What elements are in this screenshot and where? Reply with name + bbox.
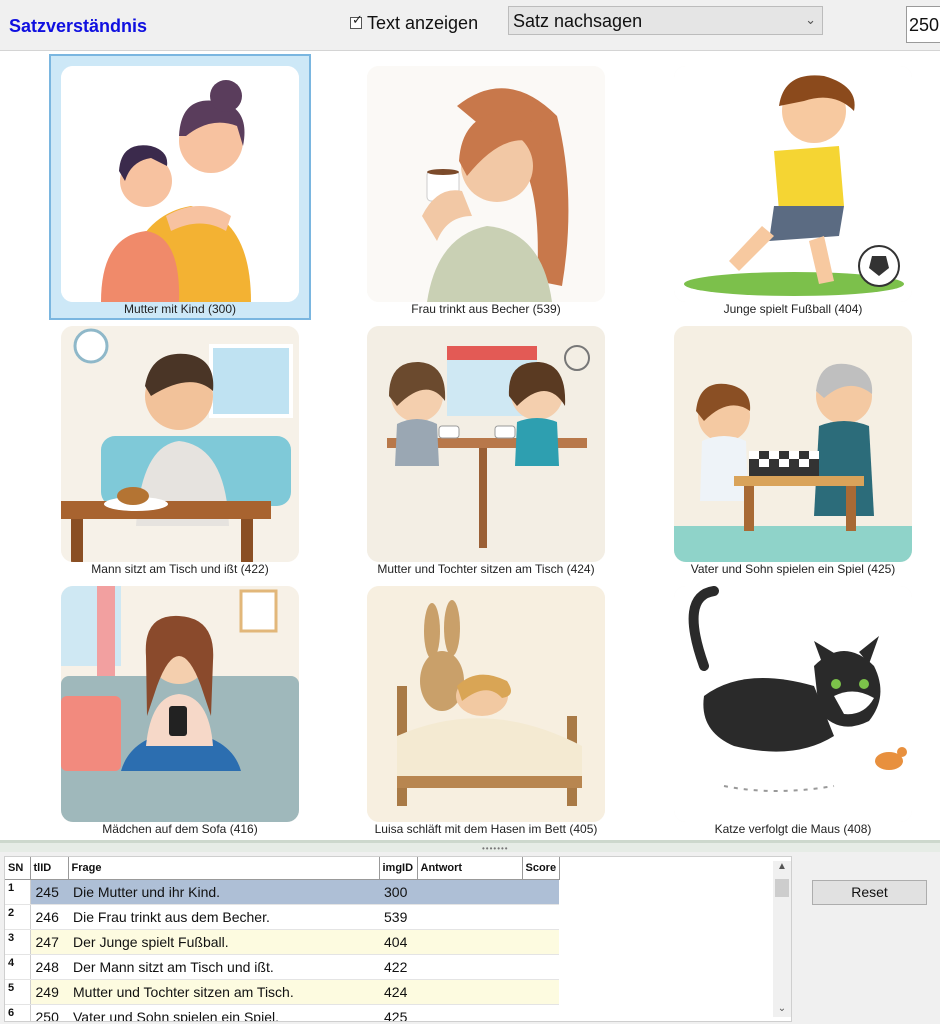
cell-frage: Der Mann sitzt am Tisch und ißt. xyxy=(68,954,379,980)
chevron-down-icon: ⌄ xyxy=(805,12,816,27)
cell-imgid: 422 xyxy=(379,954,417,980)
image-card-chess[interactable]: Vater und Sohn spielen ein Spiel (425) xyxy=(664,316,922,578)
reset-button[interactable]: Reset xyxy=(812,880,927,905)
cell-sn: 6 xyxy=(5,1004,31,1021)
card-caption: Vater und Sohn spielen ein Spiel (425) xyxy=(690,562,896,576)
cell-sn: 1 xyxy=(5,879,31,905)
table-row[interactable]: 4 248 Der Mann sitzt am Tisch und ißt. 4… xyxy=(5,954,559,980)
cell-antwort[interactable] xyxy=(417,1004,522,1021)
cell-tlid: 247 xyxy=(30,929,68,955)
cell-sn: 4 xyxy=(5,954,31,980)
image-card-woman-drinking[interactable]: Frau trinkt aus Becher (539) xyxy=(357,56,615,318)
image-card-girl-sofa[interactable]: Mädchen auf dem Sofa (416) xyxy=(51,576,309,838)
cell-antwort[interactable] xyxy=(417,979,522,1005)
woman-drinking-illustration xyxy=(367,66,605,302)
cell-tlid: 250 xyxy=(30,1004,68,1021)
table-row[interactable]: 5 249 Mutter und Tochter sitzen am Tisch… xyxy=(5,979,559,1005)
header-frage[interactable]: Frage xyxy=(68,857,380,880)
man-eating-illustration xyxy=(61,326,299,562)
number-input[interactable]: 250 xyxy=(906,6,940,43)
cell-imgid: 539 xyxy=(379,904,417,930)
mother-child-illustration xyxy=(61,66,299,302)
mother-daughter-illustration xyxy=(367,326,605,562)
sleeping-bunny-illustration xyxy=(367,586,605,822)
chess-illustration xyxy=(674,326,912,562)
app-title: Satzverständnis xyxy=(9,16,148,36)
table-header-row: SN tlID Frage imgID Antwort Score xyxy=(5,857,560,880)
card-caption: Mutter und Tochter sitzen am Tisch (424) xyxy=(377,562,595,576)
cell-antwort[interactable] xyxy=(417,954,522,980)
mode-select-value: Satz nachsagen xyxy=(513,11,643,31)
cell-imgid: 404 xyxy=(379,929,417,955)
cell-tlid: 245 xyxy=(30,879,68,905)
cell-score xyxy=(522,954,559,980)
cell-imgid: 300 xyxy=(379,879,417,905)
cell-frage: Der Junge spielt Fußball. xyxy=(68,929,379,955)
show-text-toggle[interactable]: ✓ Text anzeigen xyxy=(350,12,478,34)
image-grid: Mutter mit Kind (300) Frau trinkt aus Be… xyxy=(0,51,940,840)
cell-score xyxy=(522,879,559,905)
arrow-down-icon[interactable]: ⌄ xyxy=(773,1001,791,1017)
image-card-cat-mouse[interactable]: Katze verfolgt die Maus (408) xyxy=(664,576,922,838)
mode-select[interactable]: Satz nachsagen ⌄ xyxy=(508,6,823,35)
table-row[interactable]: 1 245 Die Mutter und ihr Kind. 300 xyxy=(5,879,559,905)
cell-antwort[interactable] xyxy=(417,904,522,930)
results-table: SN tlID Frage imgID Antwort Score 1 245 … xyxy=(4,856,792,1022)
cell-frage: Die Frau trinkt aus dem Becher. xyxy=(68,904,379,930)
table-scrollbar[interactable]: ▲ ⌄ xyxy=(773,861,791,1017)
scrollbar-thumb[interactable] xyxy=(775,879,789,897)
image-card-boy-soccer[interactable]: Junge spielt Fußball (404) xyxy=(664,56,922,318)
card-caption: Katze verfolgt die Maus (408) xyxy=(714,822,872,836)
cat-mouse-illustration xyxy=(674,586,912,822)
header-antwort[interactable]: Antwort xyxy=(417,857,523,880)
image-card-mother-child[interactable]: Mutter mit Kind (300) xyxy=(49,54,311,320)
cell-sn: 5 xyxy=(5,979,31,1005)
girl-sofa-illustration xyxy=(61,586,299,822)
image-card-sleeping-bunny[interactable]: Luisa schläft mit dem Hasen im Bett (405… xyxy=(357,576,615,838)
arrow-up-icon[interactable]: ▲ xyxy=(773,861,791,877)
cell-frage: Vater und Sohn spielen ein Spiel. xyxy=(68,1004,379,1021)
header-tlid[interactable]: tlID xyxy=(30,857,69,880)
card-caption: Luisa schläft mit dem Hasen im Bett (405… xyxy=(374,822,598,836)
cell-imgid: 424 xyxy=(379,979,417,1005)
table-row[interactable]: 2 246 Die Frau trinkt aus dem Becher. 53… xyxy=(5,904,559,930)
header-sn[interactable]: SN xyxy=(5,857,31,880)
cell-antwort[interactable] xyxy=(417,929,522,955)
card-caption: Mutter mit Kind (300) xyxy=(123,302,237,316)
header-score[interactable]: Score xyxy=(522,857,560,880)
image-card-man-eating[interactable]: Mann sitzt am Tisch und ißt (422) xyxy=(51,316,309,578)
card-caption: Frau trinkt aus Becher (539) xyxy=(411,302,561,316)
cell-frage: Mutter und Tochter sitzen am Tisch. xyxy=(68,979,379,1005)
cell-antwort[interactable] xyxy=(417,879,522,905)
card-caption: Mann sitzt am Tisch und ißt (422) xyxy=(91,562,269,576)
toolbar: Satzverständnis ✓ Text anzeigen Satz nac… xyxy=(0,0,940,51)
table-row[interactable]: 6 250 Vater und Sohn spielen ein Spiel. … xyxy=(5,1004,559,1021)
results-grid: SN tlID Frage imgID Antwort Score 1 245 … xyxy=(5,857,560,1021)
cell-score xyxy=(522,979,559,1005)
cell-tlid: 248 xyxy=(30,954,68,980)
bottom-panel: SN tlID Frage imgID Antwort Score 1 245 … xyxy=(0,852,940,1024)
show-text-label: Text anzeigen xyxy=(367,12,479,33)
card-caption: Junge spielt Fußball (404) xyxy=(723,302,863,316)
checkmark-icon: ✓ xyxy=(352,12,363,27)
number-input-value: 250 xyxy=(909,15,940,35)
show-text-checkbox[interactable]: ✓ xyxy=(350,13,363,29)
cell-sn: 3 xyxy=(5,929,31,955)
cell-score xyxy=(522,929,559,955)
cell-imgid: 425 xyxy=(379,1004,417,1021)
boy-soccer-illustration xyxy=(674,66,912,302)
cell-score xyxy=(522,1004,559,1021)
image-card-mother-daughter[interactable]: Mutter und Tochter sitzen am Tisch (424) xyxy=(357,316,615,578)
cell-sn: 2 xyxy=(5,904,31,930)
cell-tlid: 249 xyxy=(30,979,68,1005)
panel-splitter[interactable]: ••••••• xyxy=(0,840,940,853)
header-imgid[interactable]: imgID xyxy=(379,857,418,880)
table-row[interactable]: 3 247 Der Junge spielt Fußball. 404 xyxy=(5,929,559,955)
cell-frage: Die Mutter und ihr Kind. xyxy=(68,879,379,905)
cell-score xyxy=(522,904,559,930)
card-caption: Mädchen auf dem Sofa (416) xyxy=(102,822,258,836)
cell-tlid: 246 xyxy=(30,904,68,930)
